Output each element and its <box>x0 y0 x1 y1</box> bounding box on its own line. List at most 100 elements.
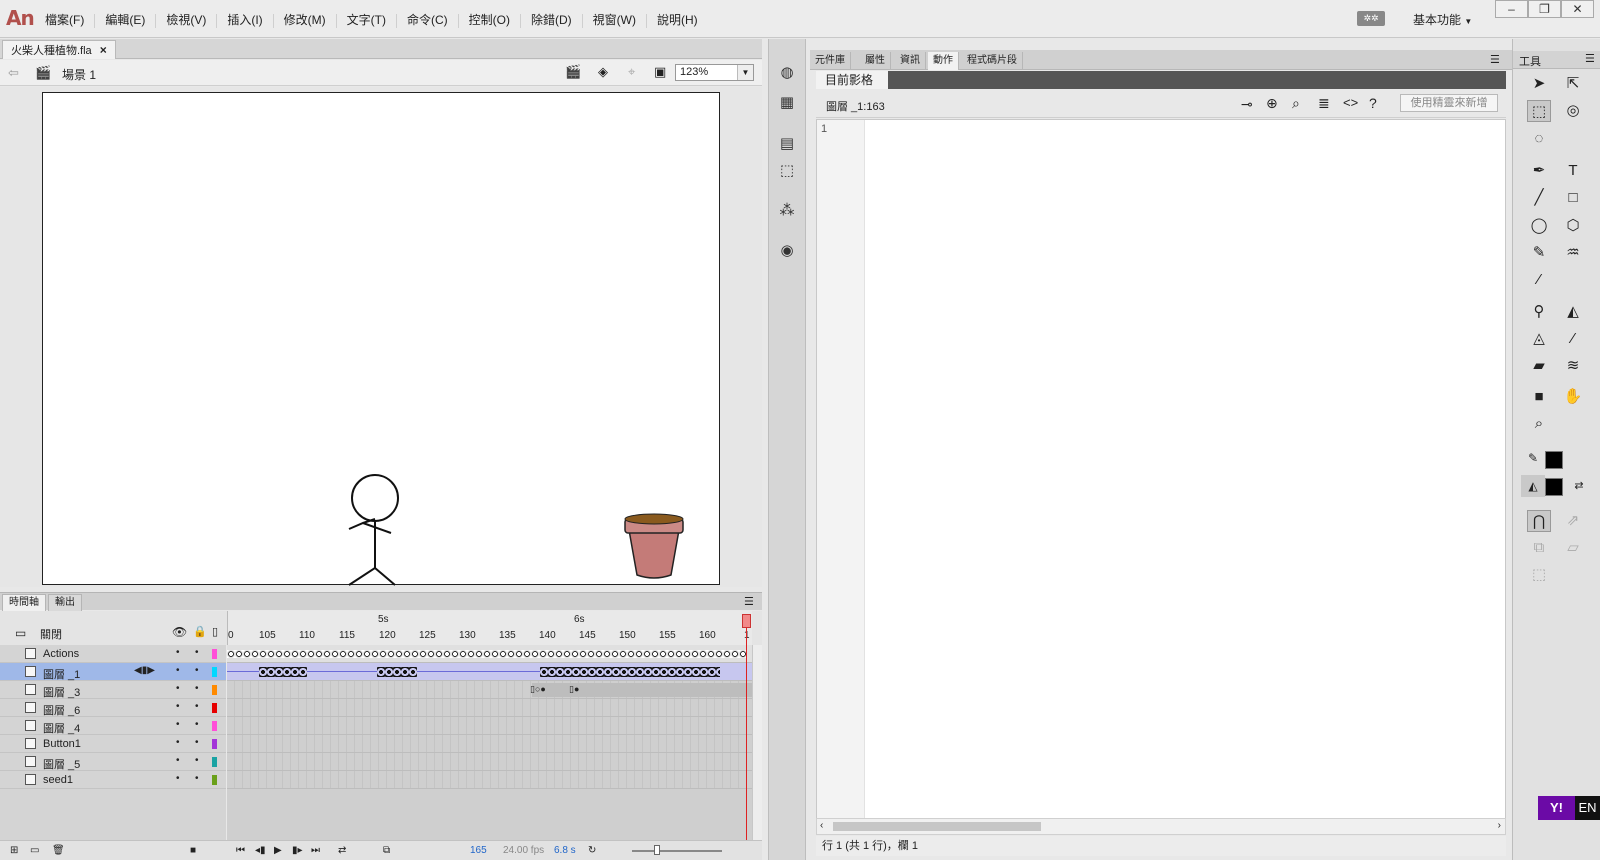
restore-button[interactable]: ❐ <box>1528 0 1561 18</box>
menu-commands[interactable]: 命令(C) <box>407 11 459 28</box>
layer-color-swatch[interactable] <box>212 721 217 731</box>
scale-icon[interactable]: ⬚ <box>1527 564 1551 586</box>
selection-tool-icon[interactable]: ➤ <box>1527 73 1551 95</box>
stroke-color-swatch[interactable] <box>1545 451 1563 469</box>
frame-row[interactable] <box>227 771 752 789</box>
new-folder-icon[interactable]: ▭ <box>30 845 39 856</box>
text-tool-icon[interactable]: T <box>1561 160 1585 182</box>
frame-row-actions[interactable] <box>227 645 752 663</box>
layer-row[interactable]: 圖層 _4 • • <box>0 717 226 735</box>
transform-icon[interactable]: ⬚ <box>777 161 797 179</box>
lock-dot[interactable]: • <box>195 755 199 766</box>
current-frame-tab[interactable]: 目前影格 <box>816 71 888 89</box>
lock-dot[interactable]: • <box>195 683 199 694</box>
visibility-dot[interactable]: • <box>176 647 180 658</box>
scroll-left-icon[interactable]: ‹ <box>820 820 823 831</box>
target-icon[interactable]: ⊕ <box>1266 95 1278 112</box>
frame-rate[interactable]: 24.00 fps <box>503 845 544 856</box>
line-tool-icon[interactable]: ╱ <box>1527 187 1551 209</box>
layer-row[interactable]: Button1 • • <box>0 735 226 753</box>
edit-symbol-icon[interactable]: ◈ <box>598 64 608 80</box>
menu-help[interactable]: 說明(H) <box>657 11 698 28</box>
frame-grid[interactable]: ▯○● ▯● <box>227 645 752 840</box>
go-last-frame-icon[interactable]: ⏭ <box>311 845 320 856</box>
visibility-dot[interactable]: • <box>176 665 180 676</box>
refresh-icon[interactable]: ↻ <box>588 845 596 856</box>
align-icon[interactable]: ▤ <box>777 134 797 152</box>
frame-row[interactable] <box>227 753 752 771</box>
menu-debug[interactable]: 除錯(D) <box>531 11 583 28</box>
subselection-tool-icon[interactable]: ⇱ <box>1561 73 1585 95</box>
visibility-dot[interactable]: • <box>176 737 180 748</box>
3d-rotation-tool-icon[interactable]: ◎ <box>1561 100 1585 122</box>
frame-row[interactable]: ▯○● ▯● <box>227 681 752 699</box>
hand-tool-icon[interactable]: ✋ <box>1561 386 1585 408</box>
layer-row[interactable]: Actions • • <box>0 645 226 663</box>
scroll-right-icon[interactable]: › <box>1498 820 1501 831</box>
sync-settings-button[interactable]: ✲✲ <box>1357 11 1385 26</box>
menu-modify[interactable]: 修改(M) <box>284 11 337 28</box>
loop-icon[interactable]: ⇄ <box>338 845 346 856</box>
paint-brush-tool-icon[interactable]: ♒ <box>1561 242 1585 264</box>
layer-color-swatch[interactable] <box>212 757 217 767</box>
frame-row[interactable] <box>227 717 752 735</box>
frame-row-selected[interactable] <box>227 663 752 681</box>
layer-color-swatch[interactable] <box>212 649 217 659</box>
frame-row[interactable] <box>227 735 752 753</box>
paint-bucket-tool-icon[interactable]: ◭ <box>1561 301 1585 323</box>
menu-control[interactable]: 控制(O) <box>469 11 521 28</box>
panel-menu-icon[interactable]: ☰ <box>744 595 754 608</box>
eye-icon[interactable]: 👁 <box>172 625 187 639</box>
fill-color-icon[interactable]: ◭ <box>1521 475 1545 497</box>
panel-menu-icon[interactable]: ☰ <box>1490 53 1500 66</box>
layer-row[interactable]: 圖層 _6 • • <box>0 699 226 717</box>
polystar-tool-icon[interactable]: ⬡ <box>1561 215 1585 237</box>
tab-properties[interactable]: 屬性 <box>860 52 891 70</box>
add-using-wizard-button[interactable]: 使用精靈來新增 <box>1400 94 1498 112</box>
help-icon[interactable]: ? <box>1369 95 1377 111</box>
back-arrow-icon[interactable]: ⇦ <box>8 65 19 81</box>
bone-tool-icon[interactable]: ⚲ <box>1527 301 1551 323</box>
lasso-tool-icon[interactable]: ◌ <box>1527 128 1551 150</box>
tab-library[interactable]: 元件庫 <box>810 52 851 70</box>
code-hscroll[interactable]: ‹ › <box>816 818 1506 835</box>
stage-canvas[interactable] <box>42 92 720 586</box>
color-palette-icon[interactable]: ◍ <box>777 63 797 81</box>
step-back-icon[interactable]: ◂▮ <box>255 845 266 856</box>
visibility-dot[interactable]: • <box>176 773 180 784</box>
workspace-switcher[interactable]: 基本功能 ▼ <box>1413 11 1472 28</box>
layer-color-swatch[interactable] <box>212 775 217 785</box>
menu-file[interactable]: 檔案(F) <box>45 11 95 28</box>
camera-tool-icon[interactable]: ■ <box>1527 386 1551 408</box>
playhead[interactable] <box>742 614 751 628</box>
yahoo-ime-logo[interactable]: Y! <box>1538 796 1575 820</box>
layer-row[interactable]: 圖層 _5 • • <box>0 753 226 771</box>
zoom-select[interactable]: 123% ▼ <box>675 64 754 81</box>
timeline-vscroll[interactable] <box>752 645 762 840</box>
step-forward-icon[interactable]: ▮▸ <box>292 845 303 856</box>
zoom-slider-thumb[interactable] <box>654 845 660 855</box>
center-stage-icon[interactable]: ⌖ <box>628 64 635 80</box>
layer-color-swatch[interactable] <box>212 739 217 749</box>
pencil-tool-icon[interactable]: ✎ <box>1527 242 1551 264</box>
format-code-icon[interactable]: ≣ <box>1318 95 1330 112</box>
lock-dot[interactable]: • <box>195 701 199 712</box>
ime-language-indicator[interactable]: EN <box>1575 796 1600 820</box>
code-hint-icon[interactable]: <> <box>1343 95 1358 110</box>
go-first-frame-icon[interactable]: ⏮ <box>236 845 245 856</box>
snap-to-objects-icon[interactable]: ⋂ <box>1527 510 1551 532</box>
lock-dot[interactable]: • <box>195 737 199 748</box>
smooth-icon[interactable]: ⧉ <box>1527 537 1551 559</box>
outline-icon[interactable]: ▯ <box>212 625 218 638</box>
eraser-tool-icon[interactable]: ▰ <box>1527 355 1551 377</box>
menu-insert[interactable]: 插入(I) <box>227 11 273 28</box>
rectangle-tool-icon[interactable]: □ <box>1561 187 1585 209</box>
tab-timeline[interactable]: 時間軸 <box>2 594 46 611</box>
new-layer-icon[interactable]: ⊞ <box>10 845 18 856</box>
components-icon[interactable]: ⁂ <box>777 201 797 219</box>
stroke-color-icon[interactable]: ✎ <box>1521 447 1545 469</box>
ink-bottle-tool-icon[interactable]: ◬ <box>1527 328 1551 350</box>
edit-scene-icon[interactable]: 🎬 <box>565 64 581 80</box>
menu-text[interactable]: 文字(T) <box>347 11 397 28</box>
tab-output[interactable]: 輸出 <box>48 594 82 611</box>
